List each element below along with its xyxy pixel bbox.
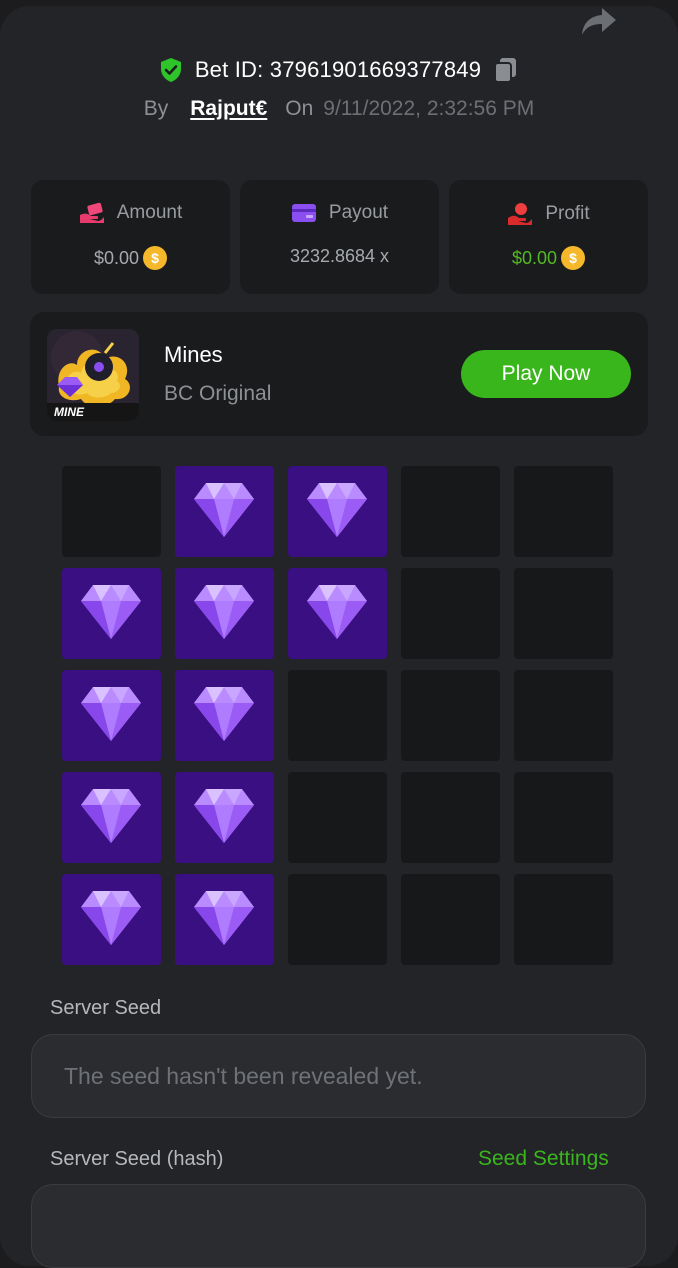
play-now-button[interactable]: Play Now — [461, 350, 631, 398]
gem-tile — [175, 670, 274, 761]
gem-tile — [62, 874, 161, 965]
hidden-tile — [401, 874, 500, 965]
hidden-tile — [288, 874, 387, 965]
hidden-tile — [401, 670, 500, 761]
on-label: On — [285, 97, 314, 120]
gem-icon — [81, 585, 141, 639]
copy-icon[interactable] — [493, 56, 519, 84]
hidden-tile — [288, 772, 387, 863]
gem-icon — [194, 585, 254, 639]
payout-label: Payout — [328, 202, 389, 223]
gem-tile — [288, 466, 387, 557]
amount-value: $0.00 — [93, 247, 140, 268]
wallet-hand-icon — [79, 202, 104, 223]
gem-tile — [288, 568, 387, 659]
hidden-tile — [62, 466, 161, 557]
card-icon — [291, 204, 316, 222]
amount-card: Amount $0.00 $ — [31, 180, 230, 294]
server-seed-label: Server Seed — [50, 997, 162, 1019]
gem-icon — [307, 585, 367, 639]
hidden-tile — [514, 874, 613, 965]
share-icon[interactable] — [580, 4, 618, 38]
username-link[interactable]: Rajput€ — [190, 97, 267, 121]
server-seed-hash-field — [31, 1184, 646, 1268]
coin-icon: $ — [561, 246, 586, 270]
bet-id: Bet ID: 37961901669377849 — [194, 57, 482, 82]
gem-icon — [194, 891, 254, 945]
gem-icon — [194, 789, 254, 843]
gem-icon — [81, 687, 141, 741]
gem-icon — [81, 789, 141, 843]
thumb-label: MINE — [54, 405, 85, 419]
hidden-tile — [514, 670, 613, 761]
profit-hand-icon — [508, 203, 533, 225]
gem-tile — [175, 466, 274, 557]
gem-icon — [307, 483, 367, 537]
profit-value: $0.00 — [511, 247, 558, 268]
gem-tile — [62, 670, 161, 761]
gem-tile — [175, 772, 274, 863]
hidden-tile — [288, 670, 387, 761]
payout-card: Payout 3232.8684 x — [240, 180, 439, 294]
profit-card: Profit $0.00 $ — [449, 180, 648, 294]
server-seed-field: The seed hasn't been revealed yet. — [31, 1034, 646, 1118]
mines-logo-icon: MINE — [47, 329, 139, 421]
game-provider: BC Original — [164, 382, 272, 405]
shield-check-icon — [160, 58, 181, 82]
profit-label: Profit — [545, 203, 590, 224]
gem-icon — [194, 687, 254, 741]
hidden-tile — [401, 466, 500, 557]
server-seed-value: The seed hasn't been revealed yet. — [64, 1062, 423, 1089]
hidden-tile — [401, 568, 500, 659]
seed-settings-link[interactable]: Seed Settings — [478, 1147, 609, 1171]
mines-board — [62, 466, 613, 965]
by-label: By — [143, 97, 169, 120]
gem-tile — [175, 568, 274, 659]
hidden-tile — [514, 772, 613, 863]
gem-icon — [81, 891, 141, 945]
hidden-tile — [514, 466, 613, 557]
gem-tile — [175, 874, 274, 965]
coin-icon: $ — [143, 246, 168, 270]
gem-tile — [62, 772, 161, 863]
amount-label: Amount — [116, 202, 183, 223]
game-name: Mines — [164, 342, 223, 367]
hidden-tile — [401, 772, 500, 863]
game-card: MINE Mines BC Original Play Now — [30, 312, 648, 436]
bet-id-row: Bet ID: 37961901669377849 — [0, 54, 678, 86]
hidden-tile — [514, 568, 613, 659]
server-seed-hash-label: Server Seed (hash) — [50, 1148, 224, 1170]
gem-tile — [62, 568, 161, 659]
mines-game-thumbnail[interactable]: MINE — [47, 329, 139, 421]
payout-value: 3232.8684 x — [289, 246, 390, 266]
bet-date: 9/11/2022, 2:32:56 PM — [323, 97, 535, 120]
bet-meta-row: By Rajput€ On 9/11/2022, 2:32:56 PM — [0, 92, 678, 126]
gem-icon — [194, 483, 254, 537]
